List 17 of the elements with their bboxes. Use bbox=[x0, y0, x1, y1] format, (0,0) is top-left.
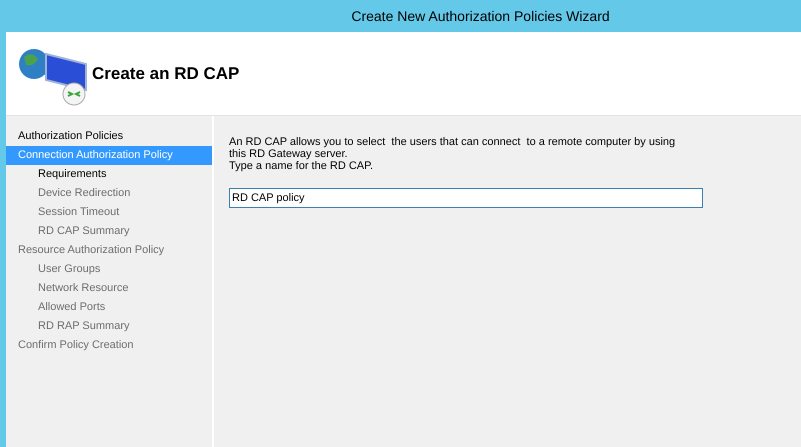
sidebar-item[interactable]: Confirm Policy Creation bbox=[6, 336, 212, 355]
sidebar-item[interactable]: Authorization Policies bbox=[6, 127, 212, 146]
sidebar-item[interactable]: RD CAP Summary bbox=[6, 222, 212, 241]
name-field[interactable]: RD CAP policy bbox=[229, 188, 703, 208]
sidebar-item[interactable]: Device Redirection bbox=[6, 184, 212, 203]
sidebar-item[interactable]: Requirements bbox=[6, 165, 212, 184]
prompt-label: Type a name for the RD CAP. bbox=[229, 160, 374, 172]
window-title: Create New Authorization Policies Wizard bbox=[351, 6, 610, 26]
sidebar-item[interactable]: Resource Authorization Policy bbox=[6, 241, 212, 260]
sidebar-item[interactable]: RD RAP Summary bbox=[6, 317, 212, 336]
sidebar-item[interactable]: Session Timeout bbox=[6, 203, 212, 222]
sidebar-item[interactable]: User Groups bbox=[6, 260, 212, 279]
page-title: Create an RD CAP bbox=[92, 62, 240, 85]
sidebar-item[interactable]: Network Resource bbox=[6, 279, 212, 298]
sidebar-item[interactable]: Allowed Ports bbox=[6, 298, 212, 317]
sidebar-item[interactable]: Connection Authorization Policy bbox=[6, 146, 212, 165]
description-text: An RD CAP allows you to select the users that can connect to a remote computer by using this RD Gateway server. bbox=[229, 136, 676, 160]
